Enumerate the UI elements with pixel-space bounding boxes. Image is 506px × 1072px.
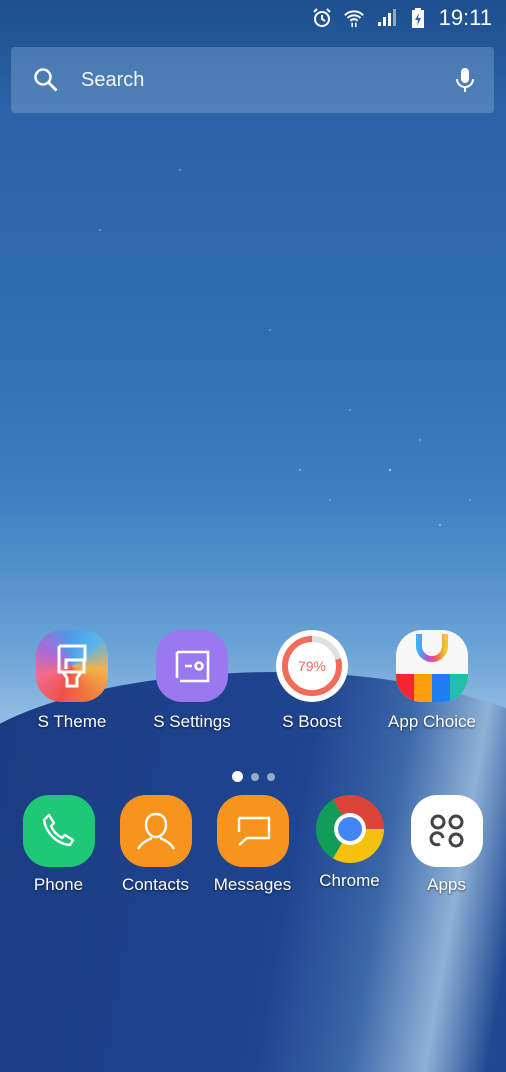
app-s-boost[interactable]: 79% S Boost — [252, 630, 372, 732]
app-s-theme[interactable]: S Theme — [12, 630, 132, 732]
battery-charging-icon — [407, 7, 429, 29]
phone-icon — [22, 795, 95, 867]
app-label: S Theme — [37, 712, 107, 731]
shopping-bag-icon — [396, 630, 468, 702]
mic-icon[interactable] — [454, 66, 476, 94]
message-icon — [216, 795, 289, 867]
paint-brush-icon — [36, 630, 108, 702]
home-apps-row: S Theme S Settings 79% S Boost App Choic… — [0, 630, 506, 732]
app-label: Apps — [427, 875, 466, 894]
wifi-icon — [343, 7, 365, 29]
app-label: S Settings — [153, 712, 231, 731]
app-app-choice[interactable]: App Choice — [372, 630, 492, 732]
app-label: Chrome — [319, 871, 380, 890]
alarm-icon — [311, 7, 333, 29]
app-label: Phone — [33, 875, 84, 894]
apps-grid-icon — [410, 795, 483, 867]
page-dot[interactable] — [266, 772, 275, 781]
dock-phone[interactable]: Phone — [10, 795, 107, 895]
app-s-settings[interactable]: S Settings — [132, 630, 252, 732]
search-icon[interactable] — [33, 67, 59, 93]
page-dot[interactable] — [250, 772, 259, 781]
app-label: App Choice — [388, 712, 476, 731]
dock-contacts[interactable]: Contacts — [107, 795, 204, 895]
boost-percent: 79% — [298, 658, 326, 674]
page-dot[interactable] — [231, 771, 243, 782]
clock: 19:11 — [438, 5, 492, 30]
status-bar: 19:11 — [0, 0, 506, 36]
contact-icon — [119, 795, 192, 867]
boost-ring-icon: 79% — [276, 630, 348, 702]
dock-messages[interactable]: Messages — [204, 795, 301, 895]
settings-panel-icon — [156, 630, 228, 702]
signal-icon — [375, 7, 397, 29]
app-label: Contacts — [121, 875, 190, 894]
dock: Phone Contacts Messages Chrome Apps — [0, 795, 506, 895]
search-input[interactable]: Search — [81, 69, 454, 92]
search-bar[interactable]: Search — [11, 47, 494, 113]
app-label: Messages — [213, 875, 292, 894]
page-indicator[interactable] — [0, 771, 506, 782]
chrome-icon — [315, 795, 384, 863]
dock-chrome[interactable]: Chrome — [301, 795, 398, 895]
app-label: S Boost — [282, 712, 342, 731]
dock-apps[interactable]: Apps — [398, 795, 495, 895]
